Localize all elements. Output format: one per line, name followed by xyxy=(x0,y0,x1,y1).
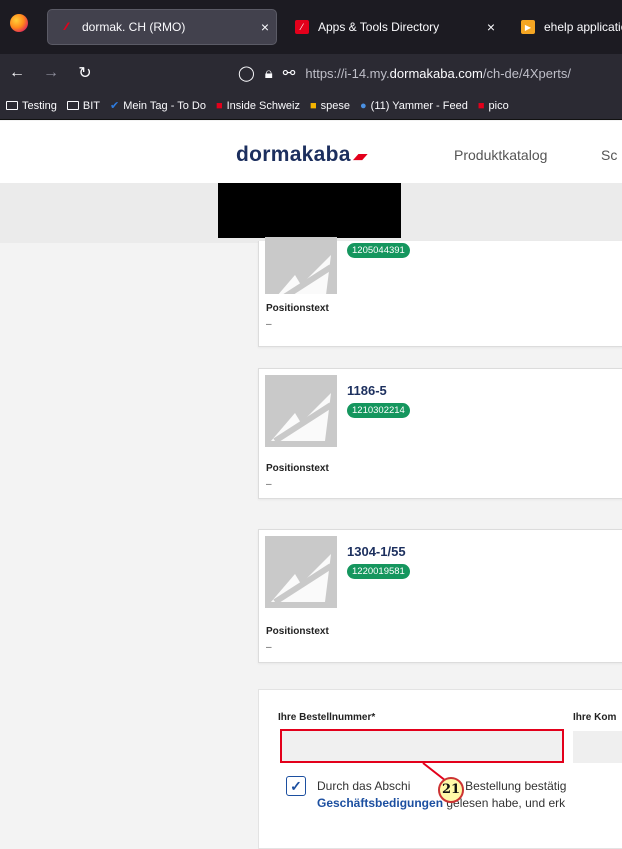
bookmark-label: Testing xyxy=(22,99,57,112)
position-text-label: Positionstext xyxy=(266,303,329,314)
bookmark-inside-schweiz[interactable]: ■ Inside Schweiz xyxy=(216,100,300,112)
page-content: dormakaba▰ Produktkatalog Sc 1205044391 … xyxy=(0,121,622,849)
play-favicon-icon: ▶ xyxy=(520,20,536,34)
spese-icon: ■ xyxy=(309,99,317,112)
commission-label: Ihre Kom xyxy=(573,712,617,723)
bookmark-yammer[interactable]: ● (11) Yammer - Feed xyxy=(360,100,468,112)
folder-icon xyxy=(66,101,79,110)
bookmark-label: (11) Yammer - Feed xyxy=(370,99,468,112)
firefox-icon[interactable] xyxy=(10,14,28,32)
terms-checkbox[interactable]: ✓ xyxy=(286,776,306,796)
position-text-value: – xyxy=(266,642,272,653)
product-image-placeholder xyxy=(265,536,337,608)
tab-dormakaba[interactable]: ⁄⁄ dormak. CH (RMO) × xyxy=(48,10,276,44)
dormakaba-favicon-icon: ⁄ xyxy=(294,20,310,34)
lock-icon[interactable]: 🔒︎ xyxy=(265,65,273,82)
nav-item-truncated[interactable]: Sc xyxy=(601,147,617,163)
dormakaba-favicon-icon: ■ xyxy=(215,99,223,112)
bookmark-label: BIT xyxy=(82,99,100,112)
tab-apps-tools[interactable]: ⁄ Apps & Tools Directory × xyxy=(284,10,502,44)
shield-icon[interactable]: ◯ xyxy=(238,64,255,82)
url-domain: dormakaba.com xyxy=(389,65,483,81)
dormakaba-logo[interactable]: dormakaba▰ xyxy=(236,143,370,167)
dormakaba-favicon-icon: ■ xyxy=(477,99,485,112)
site-header: dormakaba▰ Produktkatalog Sc xyxy=(0,121,622,183)
close-icon[interactable]: × xyxy=(480,19,502,35)
order-form: Ihre Bestellnummer* Ihre Kom ✓ Durch das… xyxy=(258,689,622,849)
folder-icon xyxy=(6,101,18,110)
terms-text: Durch das Abschi xyxy=(317,779,411,793)
logo-mark-icon: ▰ xyxy=(351,148,370,165)
order-number-label: Ihre Bestellnummer* xyxy=(278,712,376,723)
logo-text: dormakaba xyxy=(236,143,351,166)
url-prefix: https://i-14.my. xyxy=(305,65,390,81)
nav-produktkatalog[interactable]: Produktkatalog xyxy=(454,147,547,163)
checkmark-icon: ✔ xyxy=(109,100,120,112)
back-arrow-icon[interactable]: ← xyxy=(0,64,34,82)
tab-title: Apps & Tools Directory xyxy=(318,20,440,34)
tab-title: ehelp applicatio xyxy=(544,20,622,34)
dormakaba-favicon-icon: ⁄⁄ xyxy=(65,21,68,33)
order-number-input[interactable] xyxy=(280,729,564,763)
position-card: 1205044391 Positionstext – xyxy=(258,237,622,347)
position-card: 1304-1/55 1220019581 Positionstext – xyxy=(258,529,622,663)
terms-link[interactable]: Geschäftsbedigungen xyxy=(317,796,443,810)
terms-text: gelesen habe, und erk xyxy=(443,796,566,810)
position-text-value: – xyxy=(266,319,272,330)
bookmark-testing[interactable]: Testing xyxy=(6,100,57,112)
material-number-badge: 1220019581 xyxy=(347,564,410,579)
article-number-link[interactable]: 1186-5 xyxy=(347,383,387,398)
position-text-label: Positionstext xyxy=(266,463,329,474)
yammer-icon: ● xyxy=(360,99,367,112)
product-image-placeholder xyxy=(265,375,337,447)
browser-tab-bar: ⁄⁄ dormak. CH (RMO) × ⁄ Apps & Tools Dir… xyxy=(0,0,622,54)
article-number-link[interactable]: 1304-1/55 xyxy=(347,544,406,559)
bookmark-todo[interactable]: ✔ Mein Tag - To Do xyxy=(109,99,206,113)
url-bar[interactable]: ◯ 🔒︎ ⚯ https://i-14.my. dormakaba.com/ch-… xyxy=(238,59,622,87)
browser-nav-bar: ← → ↻ ◯ 🔒︎ ⚯ https://i-14.my. dormakaba.c… xyxy=(0,54,622,92)
position-text-label: Positionstext xyxy=(266,626,329,637)
material-number-badge: 1210302214 xyxy=(347,403,410,418)
redacted-area xyxy=(218,183,401,238)
bookmark-label: Mein Tag - To Do xyxy=(123,99,206,112)
bookmark-bit[interactable]: BIT xyxy=(66,99,100,112)
permissions-icon[interactable]: ⚯ xyxy=(283,64,296,82)
annotation-marker: 21 xyxy=(438,777,464,803)
bookmarks-bar: Testing BIT ✔ Mein Tag - To Do ■ Inside Sc… xyxy=(0,92,622,120)
reload-icon[interactable]: ↻ xyxy=(68,63,102,83)
bookmark-label: Inside Schweiz xyxy=(226,99,300,112)
product-image-placeholder xyxy=(265,237,337,294)
bookmark-label: pico xyxy=(488,99,509,112)
bookmark-label: spese xyxy=(320,99,350,112)
material-number-badge: 1205044391 xyxy=(347,243,410,258)
url-path: /ch-de/4Xperts/ xyxy=(482,65,572,81)
tab-ehelp[interactable]: ▶ ehelp applicatio xyxy=(510,10,622,44)
bookmark-pico[interactable]: ■ pico xyxy=(478,100,509,112)
close-icon[interactable]: × xyxy=(254,19,276,35)
bookmark-spese[interactable]: ■ spese xyxy=(310,100,350,112)
position-card: 1186-5 1210302214 Positionstext – xyxy=(258,368,622,499)
tab-title: dormak. CH (RMO) xyxy=(82,20,186,34)
position-text-value: – xyxy=(266,479,272,490)
forward-arrow-icon[interactable]: → xyxy=(34,64,68,82)
commission-input[interactable] xyxy=(573,731,622,763)
